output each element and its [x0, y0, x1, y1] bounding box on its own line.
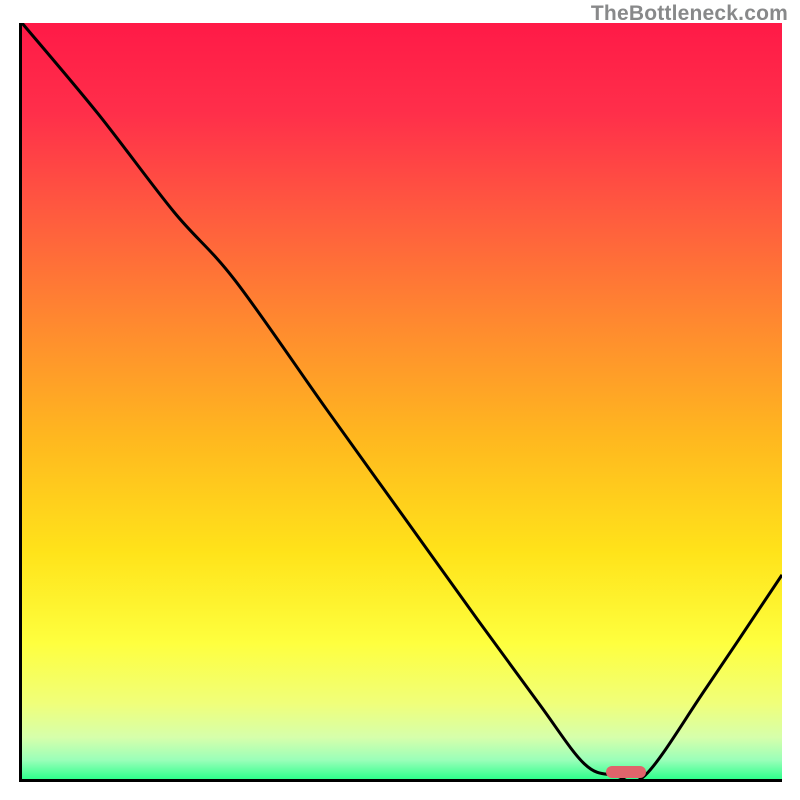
bottleneck-chart: TheBottleneck.com: [0, 0, 800, 800]
curve-layer: [22, 23, 782, 779]
bottleneck-curve-path: [22, 23, 782, 779]
optimal-marker: [606, 766, 646, 778]
plot-area: [19, 23, 782, 782]
